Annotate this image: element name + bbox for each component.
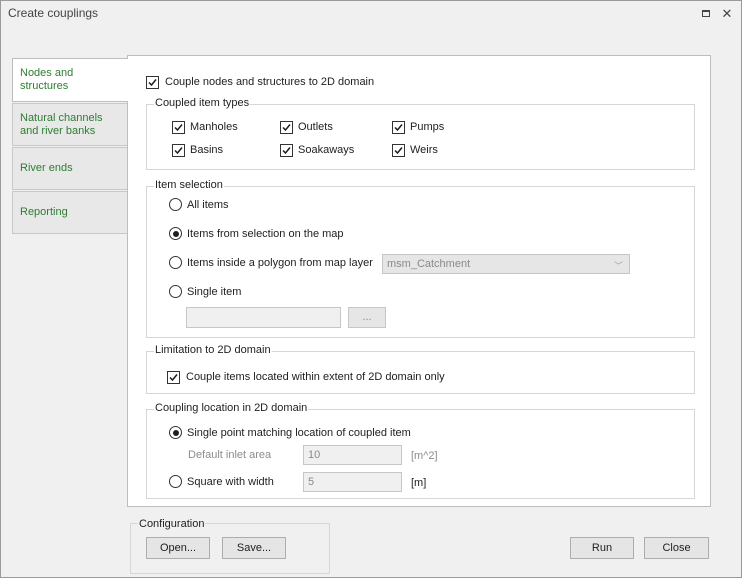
polygon-layer-dropdown[interactable]: msm_Catchment ﹀: [382, 254, 630, 274]
item-selection-group: Item selection All items Items from sele…: [146, 179, 695, 338]
square-width-field[interactable]: 5: [303, 472, 402, 492]
browse-button[interactable]: ...: [348, 307, 386, 328]
outlets-label: Outlets: [298, 121, 333, 133]
items-inside-polygon-label: Items inside a polygon from map layer: [187, 257, 373, 269]
restore-icon: [702, 9, 710, 17]
basins-checkbox[interactable]: [172, 144, 185, 157]
run-label: Run: [591, 542, 613, 554]
all-items-radio[interactable]: [169, 198, 182, 211]
single-point-radio[interactable]: [169, 426, 182, 439]
tab-nodes-and-structures[interactable]: Nodes and structures: [12, 58, 128, 102]
single-point-label: Single point matching location of couple…: [187, 427, 411, 439]
chevron-down-icon: ﹀: [613, 261, 623, 271]
single-item-label: Single item: [187, 286, 242, 298]
square-width-value: 5: [308, 476, 315, 488]
square-with-width-label: Square with width: [187, 476, 274, 488]
inlet-area-value: 10: [308, 449, 321, 461]
couple-nodes-checkbox[interactable]: [146, 76, 159, 89]
limit-to-2d-domain-label: Couple items located within extent of 2D…: [186, 371, 445, 383]
tab-label: River ends: [20, 162, 73, 174]
restore-button[interactable]: [697, 4, 715, 22]
coupling-location-group: Coupling location in 2D domain Single po…: [146, 402, 695, 499]
checkmark-icon: [169, 374, 178, 382]
tab-panel: Couple nodes and structures to 2D domain…: [127, 55, 711, 507]
basins-label: Basins: [190, 144, 224, 156]
configuration-title: Configuration: [138, 518, 206, 530]
square-width-unit: [m]: [411, 477, 427, 489]
checkmark-icon: [174, 124, 183, 132]
checkmark-icon: [282, 147, 291, 155]
couple-nodes-label: Couple nodes and structures to 2D domain: [165, 76, 375, 88]
close-window-button[interactable]: ✕: [718, 4, 736, 22]
group-title: Coupling location in 2D domain: [154, 402, 309, 414]
manholes-checkbox[interactable]: [172, 121, 185, 134]
open-config-button[interactable]: Open...: [146, 537, 210, 559]
tab-river-ends[interactable]: River ends: [12, 147, 128, 190]
single-item-field[interactable]: [186, 307, 341, 328]
pumps-label: Pumps: [410, 121, 445, 133]
default-inlet-area-label: Default inlet area: [188, 449, 272, 461]
close-icon: ✕: [721, 5, 733, 21]
title-bar: Create couplings ✕: [1, 1, 741, 25]
outlets-checkbox[interactable]: [280, 121, 293, 134]
checkmark-icon: [148, 79, 157, 87]
limitation-group: Limitation to 2D domain Couple items loc…: [146, 344, 695, 394]
inlet-area-field[interactable]: 10: [303, 445, 402, 465]
create-couplings-window: Create couplings ✕ Nodes and structures …: [0, 0, 742, 578]
weirs-label: Weirs: [410, 144, 438, 156]
tab-label: Natural channels and river banks: [20, 111, 103, 137]
browse-label: ...: [362, 311, 372, 323]
all-items-label: All items: [187, 199, 229, 211]
items-from-selection-label: Items from selection on the map: [187, 228, 344, 240]
tab-label: Nodes and structures: [20, 67, 74, 92]
pumps-checkbox[interactable]: [392, 121, 405, 134]
save-config-button[interactable]: Save...: [222, 537, 286, 559]
close-label: Close: [662, 542, 691, 554]
close-button[interactable]: Close: [644, 537, 709, 559]
checkmark-icon: [282, 124, 291, 132]
polygon-layer-value: msm_Catchment: [387, 258, 471, 270]
group-title: Item selection: [154, 179, 224, 191]
open-config-label: Open...: [159, 542, 197, 554]
run-button[interactable]: Run: [570, 537, 634, 559]
soakaways-checkbox[interactable]: [280, 144, 293, 157]
coupled-item-types-group: Coupled item types Manholes Outlets Pump…: [146, 97, 695, 170]
group-title: Coupled item types: [154, 97, 251, 109]
checkmark-icon: [394, 124, 403, 132]
weirs-checkbox[interactable]: [392, 144, 405, 157]
square-with-width-radio[interactable]: [169, 475, 182, 488]
checkmark-icon: [394, 147, 403, 155]
inlet-area-unit: [m^2]: [411, 450, 438, 462]
save-config-label: Save...: [236, 542, 272, 554]
single-item-radio[interactable]: [169, 285, 182, 298]
items-inside-polygon-radio[interactable]: [169, 256, 182, 269]
group-title: Limitation to 2D domain: [154, 344, 272, 356]
limit-to-2d-domain-checkbox[interactable]: [167, 371, 180, 384]
soakaways-label: Soakaways: [298, 144, 355, 156]
tab-label: Reporting: [20, 206, 68, 218]
tab-reporting[interactable]: Reporting: [12, 191, 128, 234]
tab-natural-channels[interactable]: Natural channels and river banks: [12, 103, 128, 146]
checkmark-icon: [174, 147, 183, 155]
manholes-label: Manholes: [190, 121, 238, 133]
window-title: Create couplings: [8, 6, 99, 20]
items-from-selection-radio[interactable]: [169, 227, 182, 240]
